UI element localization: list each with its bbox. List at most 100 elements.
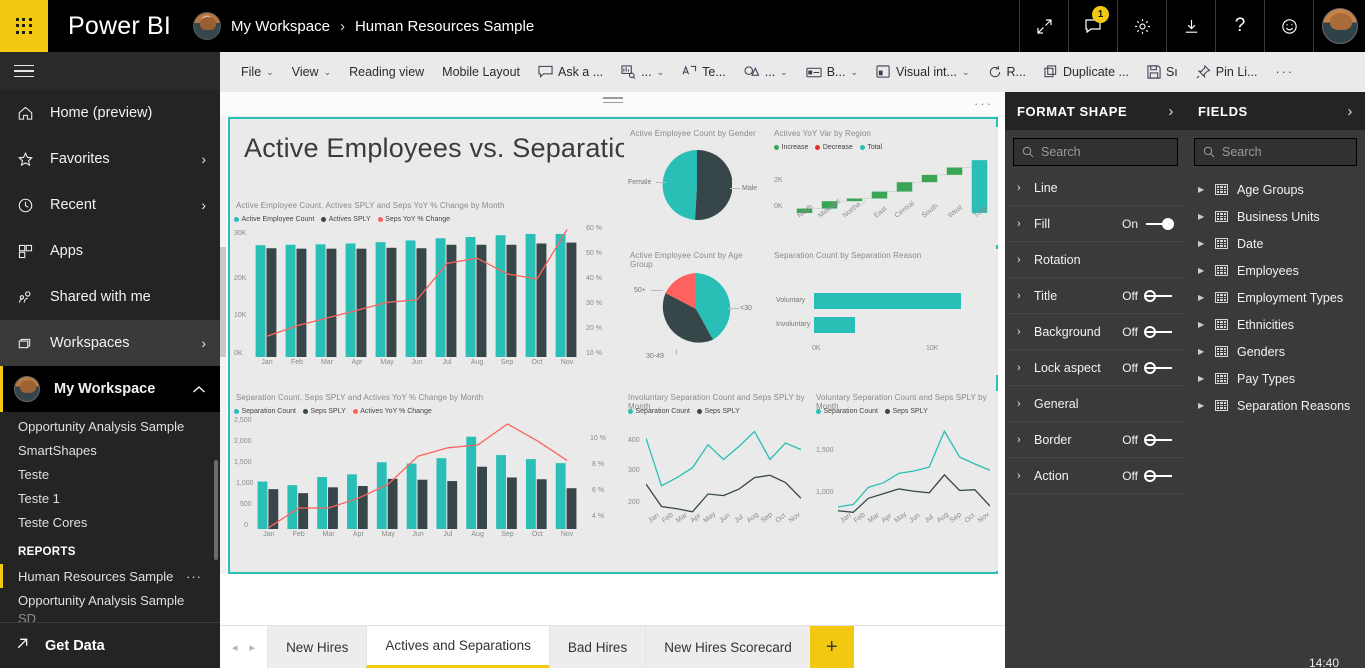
field-table-date[interactable]: ▶ Date xyxy=(1186,230,1365,257)
legend-item[interactable]: Actives SPLY xyxy=(321,216,370,223)
field-table-age-groups[interactable]: ▶ Age Groups xyxy=(1186,176,1365,203)
legend-item[interactable]: Total xyxy=(860,144,882,151)
ribbon-explore[interactable]: ... ⌄ xyxy=(612,58,673,86)
legend-item[interactable]: Seps SPLY xyxy=(885,408,928,415)
bar[interactable] xyxy=(258,482,268,529)
bar-involuntary[interactable] xyxy=(814,317,855,333)
bar[interactable] xyxy=(477,467,487,529)
field-table-genders[interactable]: ▶ Genders xyxy=(1186,338,1365,365)
ribbon-file-menu[interactable]: File ⌄ xyxy=(232,58,283,86)
visual-actives-yoy-var-by-region[interactable]: Actives YoY Var by Region Increase Decre… xyxy=(768,127,998,245)
field-table-employment-types[interactable]: ▶ Employment Types xyxy=(1186,284,1365,311)
visual-voluntary-separations[interactable]: Voluntary Separation Count and Seps SPLY… xyxy=(812,391,998,571)
canvas-drag-handle[interactable] xyxy=(603,97,623,103)
list-item[interactable]: Opportunity Analysis Sample xyxy=(0,414,220,438)
visual-active-employees-by-age-group[interactable]: Active Employee Count by Age Group 50+ <… xyxy=(624,249,766,375)
list-item-human-resources-sample[interactable]: Human Resources Sample ··· xyxy=(0,564,220,588)
sidebar-item-my-workspace[interactable]: My Workspace xyxy=(0,366,220,412)
get-data-button[interactable]: Get Data xyxy=(0,622,220,668)
bar[interactable] xyxy=(297,249,307,357)
ribbon-ask-a-question[interactable]: Ask a ... xyxy=(529,58,612,86)
action-toggle[interactable]: Off xyxy=(1122,469,1174,483)
bar[interactable] xyxy=(316,244,326,357)
ribbon-view-menu[interactable]: View ⌄ xyxy=(283,58,340,86)
ribbon-buttons[interactable]: B... ⌄ xyxy=(797,58,867,86)
line-series[interactable] xyxy=(838,431,990,507)
format-row-rotation[interactable]: › Rotation xyxy=(1005,242,1186,278)
ribbon-visual-interactions[interactable]: Visual int... ⌄ xyxy=(867,58,978,86)
bar[interactable] xyxy=(317,477,327,529)
waterfall-bar[interactable] xyxy=(922,175,938,182)
format-row-action[interactable]: › Action Off xyxy=(1005,458,1186,494)
format-row-line[interactable]: › Line xyxy=(1005,170,1186,206)
collapse-panel-icon[interactable]: › xyxy=(1168,103,1174,120)
bar[interactable] xyxy=(526,234,536,357)
legend-item[interactable]: Increase xyxy=(774,144,808,151)
bar[interactable] xyxy=(507,477,517,529)
legend-item[interactable]: Separation Count xyxy=(628,408,690,415)
list-item[interactable]: Teste 1 xyxy=(0,486,220,510)
list-item[interactable]: Teste xyxy=(0,462,220,486)
field-table-employees[interactable]: ▶ Employees xyxy=(1186,257,1365,284)
settings-button[interactable] xyxy=(1117,0,1166,52)
bar[interactable] xyxy=(327,249,337,357)
legend-item[interactable]: Seps SPLY xyxy=(697,408,740,415)
bar[interactable] xyxy=(447,481,457,529)
bar[interactable] xyxy=(466,437,476,529)
ribbon-refresh[interactable]: R... xyxy=(979,58,1035,86)
powerbi-logo[interactable]: Power BI xyxy=(68,12,171,41)
nav-scrollbar[interactable] xyxy=(214,460,218,560)
bar[interactable] xyxy=(287,485,297,529)
list-item-sd[interactable]: SD xyxy=(0,612,220,622)
tab-new-hires[interactable]: New Hires xyxy=(267,626,366,668)
legend-item[interactable]: Separation Count xyxy=(234,408,296,415)
bar[interactable] xyxy=(567,243,577,357)
background-toggle[interactable]: Off xyxy=(1122,325,1174,339)
bar[interactable] xyxy=(298,493,308,529)
next-page-icon[interactable]: ▸ xyxy=(250,641,256,654)
sidebar-item-workspaces[interactable]: Workspaces › xyxy=(0,320,220,366)
line-series[interactable] xyxy=(646,432,801,486)
format-row-title[interactable]: › Title Off xyxy=(1005,278,1186,314)
toggle-switch[interactable] xyxy=(1144,470,1174,482)
title-toggle[interactable]: Off xyxy=(1122,289,1174,303)
sidebar-item-favorites[interactable]: Favorites › xyxy=(0,136,220,182)
ribbon-more-options[interactable]: ··· xyxy=(1266,58,1303,86)
format-row-background[interactable]: › Background Off xyxy=(1005,314,1186,350)
ribbon-text-box[interactable]: Te... xyxy=(673,58,735,86)
more-options-icon[interactable]: ··· xyxy=(186,569,202,584)
canvas-vertical-scrollbar[interactable] xyxy=(220,117,226,574)
visual-separation-count-by-reason[interactable]: Separation Count by Separation Reason Vo… xyxy=(768,249,998,375)
ribbon-duplicate-page[interactable]: Duplicate ... xyxy=(1035,58,1138,86)
bar[interactable] xyxy=(286,245,296,357)
visual-separations-by-month[interactable]: Separation Count, Seps SPLY and Actives … xyxy=(230,391,618,571)
bar[interactable] xyxy=(496,455,506,529)
bar[interactable] xyxy=(267,248,277,357)
sidebar-item-recent[interactable]: Recent › xyxy=(0,182,220,228)
help-button[interactable]: ? xyxy=(1215,0,1264,52)
collapse-panel-icon[interactable]: › xyxy=(1347,103,1353,120)
bar[interactable] xyxy=(507,245,517,357)
bar[interactable] xyxy=(388,479,398,529)
line-series[interactable] xyxy=(646,475,801,511)
breadcrumb-report[interactable]: Human Resources Sample xyxy=(355,18,534,35)
bar-voluntary[interactable] xyxy=(814,293,961,309)
bar[interactable] xyxy=(556,234,566,357)
fullscreen-button[interactable] xyxy=(1019,0,1068,52)
visual-active-employees-by-month[interactable]: Active Employee Count, Actives SPLY and … xyxy=(230,199,618,389)
lock-aspect-toggle[interactable]: Off xyxy=(1122,361,1174,375)
bar[interactable] xyxy=(417,248,427,357)
canvas-more-options[interactable]: ··· xyxy=(974,96,993,111)
feedback-button[interactable] xyxy=(1264,0,1313,52)
list-item[interactable]: SmartShapes xyxy=(0,438,220,462)
legend-item[interactable]: Decrease xyxy=(815,144,852,151)
bar[interactable] xyxy=(346,243,356,357)
nav-collapse-button[interactable] xyxy=(0,52,220,90)
ribbon-mobile-layout[interactable]: Mobile Layout xyxy=(433,58,529,86)
bar[interactable] xyxy=(407,464,417,529)
fill-toggle[interactable]: On xyxy=(1122,217,1174,231)
bar[interactable] xyxy=(496,235,506,357)
toggle-switch[interactable] xyxy=(1144,434,1174,446)
format-row-border[interactable]: › Border Off xyxy=(1005,422,1186,458)
bar[interactable] xyxy=(256,245,266,357)
